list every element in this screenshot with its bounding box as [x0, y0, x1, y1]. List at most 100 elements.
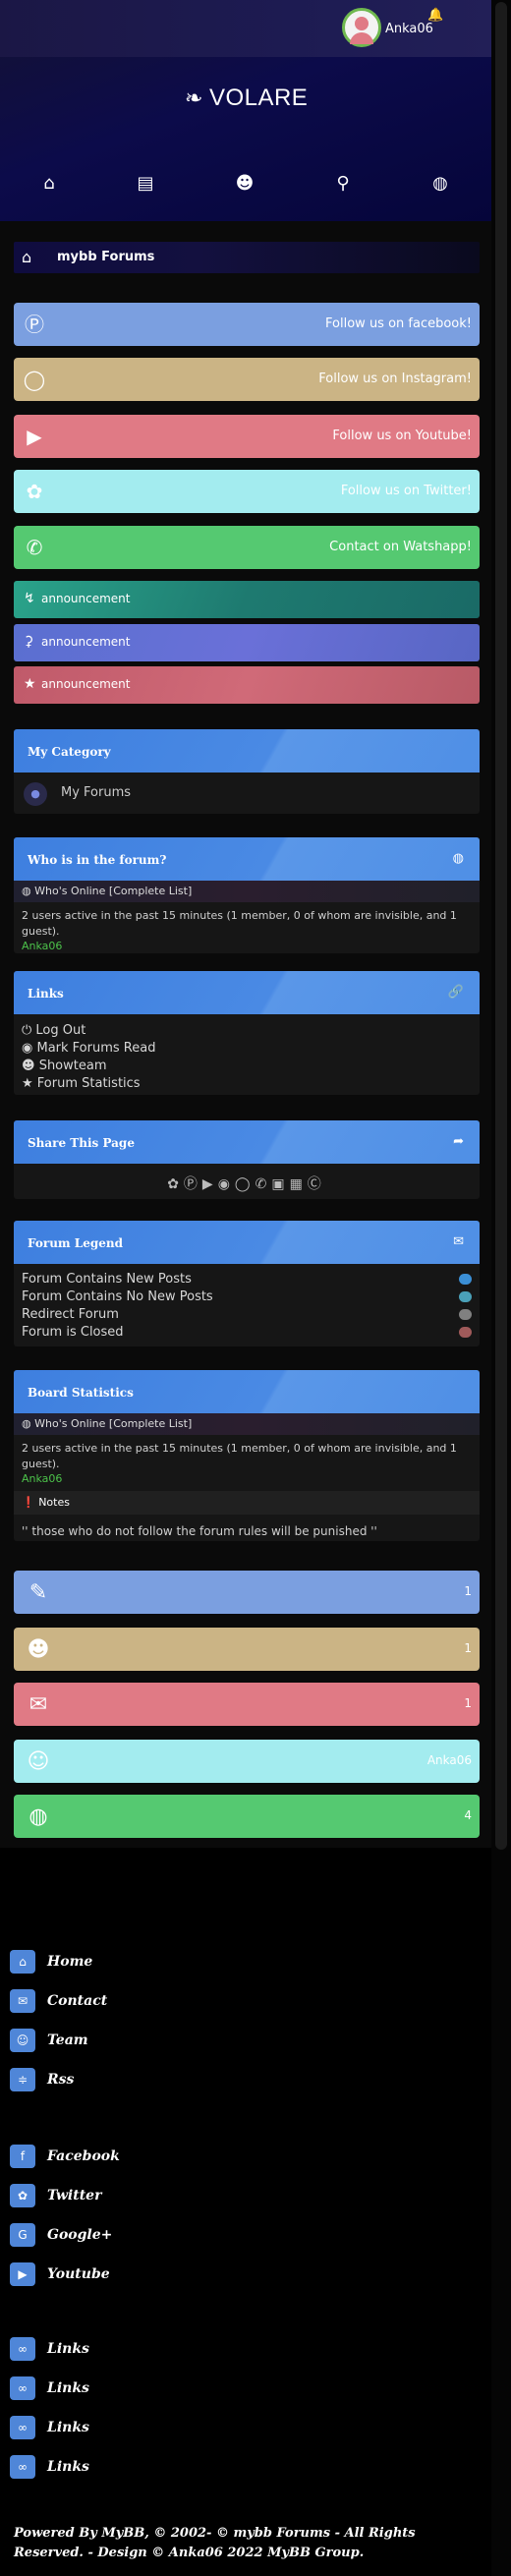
facebook-icon[interactable]: Ⓟ — [184, 1176, 202, 1192]
home-icon[interactable]: ⌂ — [22, 248, 31, 266]
scrollbar-thumb[interactable] — [495, 2, 507, 1850]
stat-value: 1 — [464, 1696, 472, 1710]
online-stat-box: ◍ 4 — [14, 1795, 480, 1838]
rss-icon: ≑ — [10, 2068, 35, 2091]
footer-link-label: Youtube — [47, 2266, 110, 2282]
panel-body: ◍ Who's Online [Complete List] 2 users a… — [14, 881, 480, 952]
footer-link-label: Team — [47, 2032, 88, 2048]
whos-online-label: Who's Online [Complete List] — [34, 1417, 193, 1430]
instagram-icon[interactable]: ◯ — [235, 1176, 256, 1192]
search-icon[interactable]: ⚲ — [328, 169, 358, 199]
share-icon: ➦ — [453, 1134, 464, 1149]
facebook-follow-button[interactable]: Ⓟ Follow us on facebook! — [14, 303, 480, 346]
link-icon: ∞ — [10, 2376, 35, 2400]
online-stats: 2 users active in the past 15 minutes (1… — [22, 1442, 457, 1470]
announcement-bar[interactable]: ⚳ announcement — [14, 624, 480, 661]
panel-header: Forum Legend ✉ — [14, 1221, 480, 1264]
panel-title: Links — [28, 987, 64, 1001]
online-stats: 2 users active in the past 15 minutes (1… — [22, 909, 457, 938]
mark-read-link[interactable]: ◉ Mark Forums Read — [14, 1040, 480, 1058]
forum-row[interactable]: ● My Forums — [14, 773, 480, 814]
panel-title: Forum Legend — [28, 1236, 124, 1250]
chart-icon[interactable]: ▤ — [131, 169, 160, 199]
panel-title: Share This Page — [28, 1136, 135, 1150]
username-label[interactable]: Anka06 — [385, 22, 433, 36]
scrollbar[interactable] — [491, 0, 511, 2576]
whos-online-link[interactable]: ◍ Who's Online [Complete List] — [14, 881, 480, 902]
whos-online-link[interactable]: ◍ Who's Online [Complete List] — [14, 1413, 480, 1435]
link-icon: ∞ — [10, 2416, 35, 2439]
award-icon: ★ — [24, 676, 36, 692]
avatar[interactable] — [342, 8, 381, 47]
link-label: Showteam — [38, 1059, 107, 1073]
threads-stat-box: ✉ 1 — [14, 1683, 480, 1726]
link-icon: ∞ — [10, 2337, 35, 2361]
whatsapp-contact-button[interactable]: ✆ Contact on Watshapp! — [14, 526, 480, 569]
youtube-icon[interactable]: ▶ — [202, 1176, 218, 1192]
instagram-follow-button[interactable]: ◯ Follow us on Instagram! — [14, 358, 480, 401]
bolt-icon: ↯ — [24, 591, 35, 606]
reddit-icon[interactable]: ◉ — [218, 1176, 235, 1192]
closed-icon — [459, 1327, 472, 1338]
twitch-icon[interactable]: ▦ — [290, 1176, 308, 1192]
notes-title: Notes — [38, 1496, 70, 1509]
pinterest-icon[interactable]: Ⓒ — [308, 1176, 326, 1192]
new-posts-icon — [459, 1274, 472, 1285]
leaf-icon: ❧ — [185, 86, 203, 110]
forum-legend-panel: Forum Legend ✉ Forum Contains New Posts … — [14, 1221, 480, 1346]
logout-link[interactable]: ⏻ Log Out — [14, 1022, 480, 1040]
forum-link[interactable]: My Forums — [61, 785, 131, 800]
button-label: Follow us on Twitter! — [340, 484, 472, 498]
home-icon: ⌂ — [10, 1950, 35, 1974]
who-online-panel: Who is in the forum? ◍ ◍ Who's Online [C… — [14, 837, 480, 953]
site-header: Anka06 🔔 ❧ VOLARE ⌂ ▤ ☻ ⚲ ◍ — [0, 0, 491, 221]
footer-link-label: Links — [47, 2380, 89, 2396]
twitter-icon[interactable]: ✿ — [167, 1176, 184, 1192]
footer-link-label: Links — [47, 2459, 89, 2475]
showteam-link[interactable]: ☻ Showteam — [14, 1058, 480, 1075]
notes-header: ❗ Notes — [14, 1491, 480, 1515]
button-label: Follow us on facebook! — [325, 316, 472, 331]
site-logo[interactable]: ❧ VOLARE — [185, 85, 308, 112]
footer-link-label: Rss — [47, 2072, 75, 2088]
stat-value[interactable]: Anka06 — [427, 1753, 472, 1767]
google-plus-icon: G — [10, 2223, 35, 2247]
users-icon[interactable]: ☻ — [230, 169, 259, 199]
online-member-link[interactable]: Anka06 — [14, 1472, 480, 1485]
no-new-posts-icon — [459, 1291, 472, 1302]
forum-statistics-link[interactable]: ★ Forum Statistics — [14, 1075, 480, 1093]
youtube-follow-button[interactable]: ▶ Follow us on Youtube! — [14, 415, 480, 458]
board-statistics-panel: Board Statistics ◍ Who's Online [Complet… — [14, 1370, 480, 1541]
legend-label: Redirect Forum — [22, 1307, 119, 1322]
panel-header: Board Statistics — [14, 1370, 480, 1413]
whatsapp-icon[interactable]: ✆ — [256, 1176, 272, 1192]
globe-icon[interactable]: ◍ — [426, 169, 455, 199]
notes-text: '' those who do not follow the forum rul… — [22, 1524, 377, 1538]
button-label: Contact on Watshapp! — [329, 540, 472, 554]
legend-label: Forum Contains New Posts — [22, 1272, 192, 1287]
skype-icon[interactable]: ▣ — [271, 1176, 289, 1192]
globe-icon: ◍ — [28, 1804, 48, 1829]
online-member-link[interactable]: Anka06 — [14, 940, 480, 952]
bell-icon[interactable]: 🔔 — [427, 8, 443, 23]
info-icon: ❗ — [22, 1496, 39, 1509]
youtube-icon: ▶ — [10, 2262, 35, 2286]
breadcrumb-link[interactable]: mybb Forums — [57, 250, 154, 264]
logo-text: VOLARE — [208, 85, 309, 111]
footer-link-label: Links — [47, 2341, 89, 2357]
users-icon: ☻ — [27, 1637, 50, 1662]
stat-value: 1 — [464, 1584, 472, 1598]
twitter-follow-button[interactable]: ✿ Follow us on Twitter! — [14, 470, 480, 513]
legend-list: Forum Contains New Posts Forum Contains … — [14, 1264, 480, 1343]
link-label: Mark Forums Read — [36, 1041, 156, 1056]
youtube-icon: ▶ — [27, 425, 42, 448]
announcement-bar[interactable]: ★ announcement — [14, 666, 480, 704]
footer-wave — [0, 1848, 491, 1897]
home-icon[interactable]: ⌂ — [34, 169, 64, 199]
comments-icon: ✉ — [28, 1692, 48, 1717]
announcement-label: announcement — [41, 635, 131, 649]
posts-stat-box: ✎ 1 — [14, 1571, 480, 1614]
announcement-bar[interactable]: ↯ announcement — [14, 581, 480, 618]
star-icon: ★ — [22, 1076, 37, 1091]
footer-link-label: Google+ — [47, 2227, 113, 2243]
